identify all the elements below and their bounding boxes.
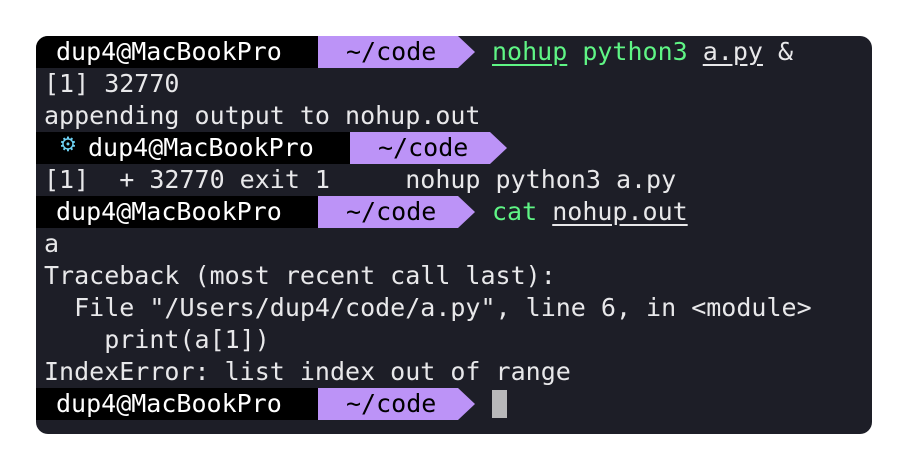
command-arg: &	[778, 37, 794, 66]
prompt-directory: ~/code	[318, 36, 458, 68]
command-line: nohup python3 a.py &	[492, 36, 793, 68]
command-line: cat nohup.out	[492, 196, 688, 228]
prompt: dup4@MacBookPro ~/code	[36, 388, 507, 420]
command-name: nohup	[492, 37, 568, 66]
prompt-separator	[458, 196, 475, 228]
command-arg: python3	[582, 37, 688, 66]
command-name: cat	[492, 197, 538, 226]
prompt-separator	[458, 36, 475, 68]
prompt-directory: ~/code	[318, 196, 458, 228]
prompt-directory: ~/code	[318, 388, 458, 420]
prompt: dup4@MacBookPro ~/code nohup python3 a.p…	[36, 36, 793, 68]
prompt-separator	[458, 388, 475, 420]
prompt: dup4@MacBookPro ~/code cat nohup.out	[36, 196, 688, 228]
output-line: a	[44, 229, 60, 258]
text-cursor[interactable]	[492, 390, 507, 418]
prompt-host: dup4@MacBookPro	[36, 388, 318, 420]
prompt-host: dup4@MacBookPro	[36, 36, 318, 68]
command-arg: nohup.out	[552, 197, 688, 226]
output-line: Traceback (most recent call last):	[44, 261, 556, 290]
terminal-window[interactable]: dup4@MacBookPro ~/code nohup python3 a.p…	[36, 36, 872, 434]
prompt-host: dup4@MacBookPro	[36, 196, 318, 228]
gear-icon: ⚙	[59, 134, 77, 156]
output-line: [1] + 32770 exit 1 nohup python3 a.py	[44, 165, 677, 194]
output-line: IndexError: list index out of range	[44, 357, 571, 386]
output-line: print(a[1])	[44, 325, 270, 354]
prompt-directory: ~/code	[350, 132, 490, 164]
output-line: File "/Users/dup4/code/a.py", line 6, in…	[44, 293, 812, 322]
prompt-separator	[490, 132, 507, 164]
command-arg: a.py	[702, 37, 763, 66]
output-line: [1] 32770	[44, 69, 180, 98]
output-line: appending output to nohup.out	[44, 101, 481, 130]
prompt: dup4@MacBookPro ⚙ ~/code	[36, 132, 507, 164]
